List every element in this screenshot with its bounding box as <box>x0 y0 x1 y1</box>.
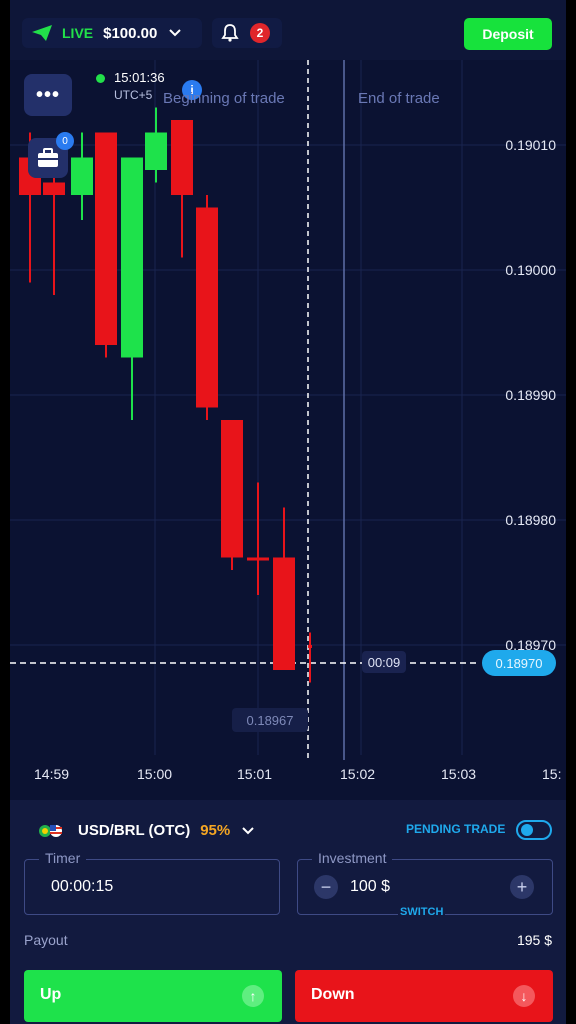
account-mode: LIVE <box>62 25 94 41</box>
down-button[interactable]: Down ↓ <box>295 970 553 1022</box>
pending-trade-label: PENDING TRADE <box>406 822 506 836</box>
up-button-label: Up <box>40 986 62 1003</box>
candle-body <box>145 132 167 170</box>
price-tick: 0.18980 <box>505 512 556 528</box>
candle-body <box>221 420 243 558</box>
trade-panel: USD/BRL (OTC) 95% PENDING TRADE Timer 00… <box>10 800 566 1024</box>
time-tick: 15:03 <box>441 766 477 782</box>
chevron-down-icon <box>169 29 182 37</box>
time-tick: 14:59 <box>34 766 70 782</box>
time-tick: 15:01 <box>237 766 273 782</box>
switch-button[interactable]: SWITCH <box>398 906 446 918</box>
time-tick: 15: <box>542 766 562 782</box>
candle-body <box>308 645 312 648</box>
up-button[interactable]: Up ↑ <box>24 970 282 1022</box>
server-clock: 15:01:36 <box>114 70 165 85</box>
account-balance: $100.00 <box>103 24 158 42</box>
candle-body <box>196 207 218 408</box>
investment-field[interactable]: Investment − 100 $ + SWITCH <box>297 850 553 918</box>
payout-label: Payout <box>24 932 68 948</box>
asset-selector[interactable]: USD/BRL (OTC) 95% <box>38 822 254 839</box>
price-tick: 0.18990 <box>505 387 556 403</box>
candlestick-chart <box>10 60 566 760</box>
paper-plane-icon <box>32 25 52 41</box>
portfolio-count-badge: 0 <box>56 132 74 150</box>
decrease-investment-button[interactable]: − <box>314 875 338 899</box>
notification-count-badge: 2 <box>250 23 270 43</box>
asset-payout-percent: 95% <box>200 822 231 839</box>
bell-icon <box>221 24 239 42</box>
end-of-trade-label: End of trade <box>358 90 440 107</box>
increase-investment-button[interactable]: + <box>510 875 534 899</box>
asset-name: USD/BRL (OTC) <box>78 822 191 839</box>
candle-body <box>95 132 117 345</box>
payout-value: 195 $ <box>516 932 552 948</box>
notifications-button[interactable]: 2 <box>212 18 282 48</box>
candle-body <box>121 157 143 358</box>
status-dot <box>96 74 105 83</box>
price-chart[interactable]: ••• 0 15:01:36 UTC+5 i Beginning of trad… <box>10 60 566 800</box>
candle-body <box>273 557 295 670</box>
investment-value[interactable]: 100 $ <box>350 878 390 896</box>
trade-countdown: 00:09 <box>362 651 406 673</box>
candle-body <box>71 157 93 195</box>
arrow-down-icon: ↓ <box>513 985 535 1007</box>
low-price-label: 0.18967 <box>232 708 308 732</box>
chevron-down-icon <box>242 826 254 834</box>
current-price-badge: 0.18970 <box>482 650 556 676</box>
deposit-button[interactable]: Deposit <box>464 18 552 50</box>
time-tick: 15:00 <box>137 766 173 782</box>
arrow-up-icon: ↑ <box>242 985 264 1007</box>
top-bar: LIVE $100.00 2 Deposit <box>10 0 566 60</box>
investment-label: Investment <box>312 850 393 866</box>
portfolio-button[interactable]: 0 <box>28 132 74 178</box>
candle-body <box>247 557 269 561</box>
trading-app: LIVE $100.00 2 Deposit ••• 0 15:01:36 UT… <box>10 0 566 1024</box>
candle-body <box>43 182 65 195</box>
candle-body <box>171 120 193 195</box>
down-button-label: Down <box>311 986 355 1003</box>
timezone-label: UTC+5 <box>114 88 153 102</box>
usd-brl-flag-icon <box>38 824 64 838</box>
beginning-of-trade-label: Beginning of trade <box>163 90 285 107</box>
account-switcher[interactable]: LIVE $100.00 <box>22 18 202 48</box>
price-tick: 0.19000 <box>505 262 556 278</box>
timer-field[interactable]: Timer 00:00:15 <box>24 850 280 915</box>
timer-label: Timer <box>39 850 87 866</box>
timer-value[interactable]: 00:00:15 <box>51 878 113 896</box>
pending-trade-toggle[interactable] <box>516 820 552 840</box>
toggle-knob <box>521 824 533 836</box>
time-tick: 15:02 <box>340 766 376 782</box>
price-tick: 0.19010 <box>505 137 556 153</box>
more-menu-button[interactable]: ••• <box>24 74 72 116</box>
